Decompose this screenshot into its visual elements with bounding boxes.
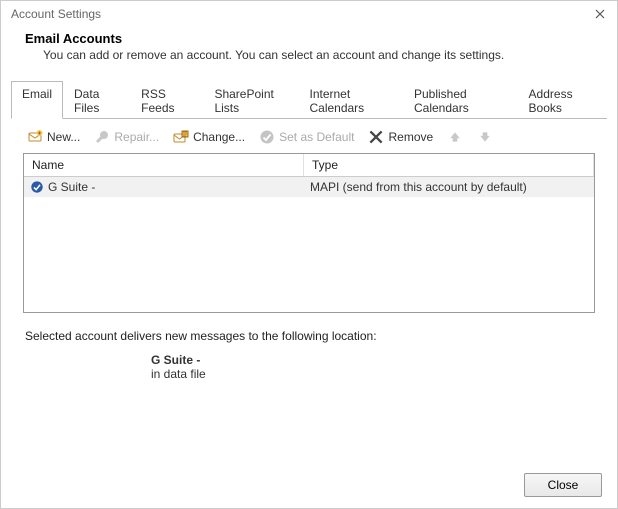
tab-sharepoint-lists[interactable]: SharePoint Lists — [203, 81, 298, 119]
arrow-up-icon — [447, 129, 463, 145]
window-title: Account Settings — [11, 7, 101, 21]
delivery-data-file: in data file — [151, 367, 607, 381]
change-button[interactable]: Change... — [169, 127, 249, 147]
close-icon[interactable] — [593, 7, 607, 21]
accounts-list[interactable]: Name Type G Suite - MAPI (send from this… — [23, 153, 595, 313]
column-name[interactable]: Name — [24, 154, 304, 176]
tab-address-books[interactable]: Address Books — [518, 81, 607, 119]
new-icon — [27, 129, 43, 145]
move-up-button — [443, 127, 467, 147]
account-name: G Suite - — [48, 180, 95, 194]
set-default-icon — [259, 129, 275, 145]
default-account-icon — [30, 180, 44, 194]
repair-label: Repair... — [114, 130, 159, 144]
page-title: Email Accounts — [25, 31, 597, 46]
delivery-account-name: G Suite - — [151, 353, 607, 367]
remove-button[interactable]: Remove — [364, 127, 437, 147]
page-description: You can add or remove an account. You ca… — [25, 48, 597, 62]
move-down-button — [473, 127, 497, 147]
tab-bar: Email Data Files RSS Feeds SharePoint Li… — [11, 80, 607, 119]
set-default-button: Set as Default — [255, 127, 358, 147]
arrow-down-icon — [477, 129, 493, 145]
new-label: New... — [47, 130, 80, 144]
repair-button: Repair... — [90, 127, 163, 147]
list-header: Name Type — [24, 154, 594, 177]
change-icon — [173, 129, 189, 145]
toolbar: New... Repair... Change... Set as Defaul… — [11, 119, 607, 153]
repair-icon — [94, 129, 110, 145]
tab-data-files[interactable]: Data Files — [63, 81, 130, 119]
close-button[interactable]: Close — [524, 473, 602, 497]
remove-icon — [368, 129, 384, 145]
tab-rss-feeds[interactable]: RSS Feeds — [130, 81, 203, 119]
column-type[interactable]: Type — [304, 154, 594, 176]
delivery-location-label: Selected account delivers new messages t… — [11, 313, 607, 349]
tab-email[interactable]: Email — [11, 81, 63, 119]
table-row[interactable]: G Suite - MAPI (send from this account b… — [24, 177, 594, 197]
account-type: MAPI (send from this account by default) — [304, 177, 594, 197]
remove-label: Remove — [388, 130, 433, 144]
tab-internet-calendars[interactable]: Internet Calendars — [298, 81, 403, 119]
set-default-label: Set as Default — [279, 130, 354, 144]
change-label: Change... — [193, 130, 245, 144]
tab-published-calendars[interactable]: Published Calendars — [403, 81, 518, 119]
new-button[interactable]: New... — [23, 127, 84, 147]
